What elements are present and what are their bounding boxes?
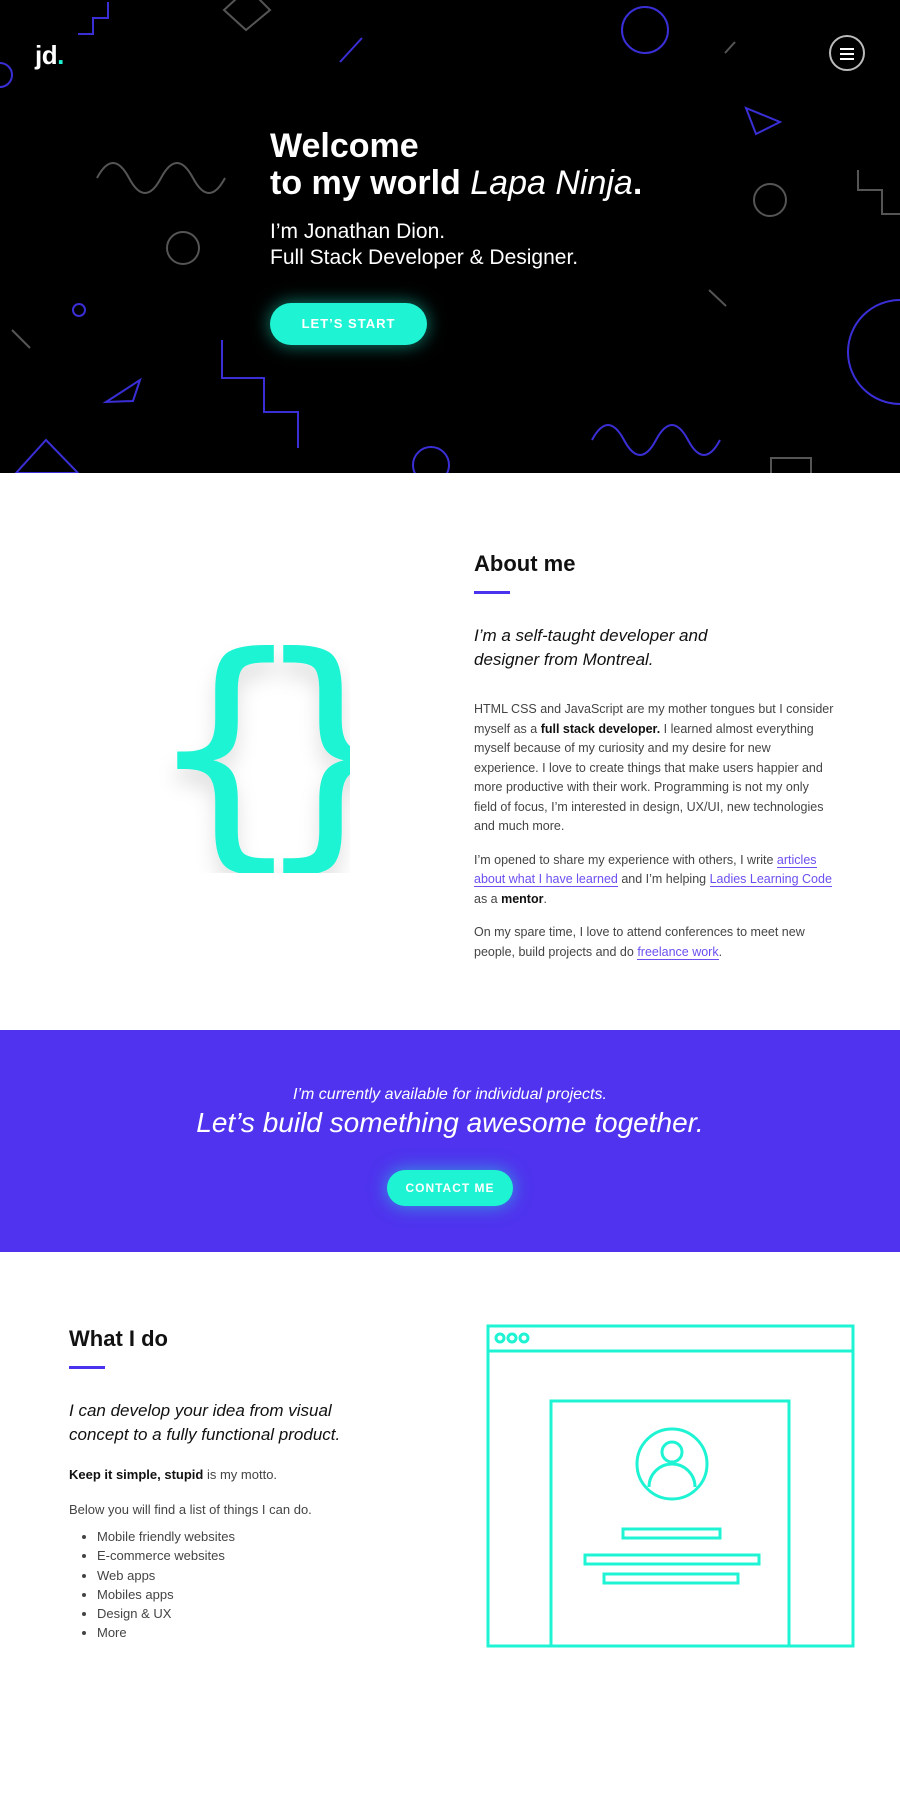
hero-title-line1: Welcome <box>270 127 419 165</box>
about-p2-text: I’m opened to share my experience with o… <box>474 852 777 867</box>
about-p2-bold: mentor <box>501 891 544 906</box>
list-item: Mobiles apps <box>97 1585 389 1604</box>
about-p2-text-4: . <box>543 891 547 906</box>
ladies-learning-code-link[interactable]: Ladies Learning Code <box>709 872 832 887</box>
hero-section: jd. Welcome to my world Lapa Ninja. I’m … <box>0 0 900 473</box>
services-intro: Below you will find a list of things I c… <box>69 1502 312 1517</box>
services-list: Mobile friendly websites E-commerce webs… <box>69 1527 389 1643</box>
logo-dot: . <box>57 40 64 70</box>
motto-text: Keep it simple, stupid is my motto. <box>69 1467 389 1482</box>
availability-cta-section: I’m currently available for individual p… <box>0 1030 900 1252</box>
about-paragraph-2: I’m opened to share my experience with o… <box>474 851 834 910</box>
logo-text: jd <box>35 40 58 70</box>
what-i-do-lead: I can develop your idea from visual conc… <box>69 1399 389 1447</box>
contact-me-button[interactable]: CONTACT ME <box>387 1170 513 1206</box>
hamburger-icon-line <box>840 48 854 50</box>
heading-underline <box>474 591 510 594</box>
hero-text-block: Welcome to my world Lapa Ninja. I’m Jona… <box>270 128 642 271</box>
svg-text:}: } <box>252 623 350 873</box>
what-lead-line2: concept to a fully functional product. <box>69 1425 341 1444</box>
hamburger-menu-button[interactable] <box>829 35 865 71</box>
list-item: Mobile friendly websites <box>97 1527 389 1546</box>
list-item: More <box>97 1623 389 1642</box>
what-i-do-content: What I do I can develop your idea from v… <box>69 1326 389 1643</box>
hamburger-icon-line <box>840 53 854 55</box>
about-lead-line2: designer from Montreal. <box>474 650 654 669</box>
about-p3-text-2: . <box>718 944 723 959</box>
what-i-do-section: What I do I can develop your idea from v… <box>0 1252 900 1800</box>
hamburger-icon-line <box>840 58 854 60</box>
about-p2-text-3: as a <box>474 891 502 906</box>
motto-rest: is my motto. <box>203 1467 278 1482</box>
what-i-do-heading: What I do <box>69 1326 168 1351</box>
about-p1-text-2: I learned almost everything myself becau… <box>474 721 824 834</box>
hero-subtitle: I’m Jonathan Dion. Full Stack Developer … <box>270 219 642 271</box>
what-lead-line1: I can develop your idea from visual <box>69 1401 332 1420</box>
cta-small-text: I’m currently available for individual p… <box>293 1086 607 1103</box>
hero-subtitle-line1: I’m Jonathan Dion. <box>270 220 446 243</box>
lets-start-button[interactable]: LET’S START <box>270 303 427 345</box>
heading-underline <box>69 1366 105 1369</box>
site-logo[interactable]: jd. <box>35 40 64 71</box>
about-heading: About me <box>474 551 576 576</box>
about-content: About me I’m a self-taught developer and… <box>474 551 834 962</box>
hero-subtitle-line2: Full Stack Developer & Designer. <box>270 246 579 269</box>
about-p2-text-2: and I’m helping <box>617 872 710 886</box>
hero-title-period: . <box>632 164 643 202</box>
about-paragraph-1: HTML CSS and JavaScript are my mother to… <box>474 700 834 837</box>
about-lead: I’m a self-taught developer and designer… <box>474 624 834 672</box>
about-lead-line1: I’m a self-taught developer and <box>474 626 708 645</box>
curly-braces-icon: { } <box>150 623 350 873</box>
hero-title: Welcome to my world Lapa Ninja. <box>270 128 642 202</box>
list-item: Web apps <box>97 1566 389 1585</box>
hero-title-line2: to my world <box>270 164 461 202</box>
about-paragraph-3: On my spare time, I love to attend confe… <box>474 923 834 962</box>
about-p1-bold: full stack developer. <box>540 721 661 736</box>
motto-bold: Keep it simple, stupid <box>69 1467 204 1482</box>
cta-headline: Let’s build something awesome together. <box>196 1107 704 1138</box>
list-item: Design & UX <box>97 1604 389 1623</box>
about-section: { } About me I’m a self-taught developer… <box>0 473 900 1030</box>
hero-title-brand: Lapa Ninja <box>470 164 633 202</box>
freelance-work-link[interactable]: freelance work <box>637 944 719 960</box>
browser-profile-icon <box>486 1324 855 1648</box>
list-item: E-commerce websites <box>97 1546 389 1565</box>
